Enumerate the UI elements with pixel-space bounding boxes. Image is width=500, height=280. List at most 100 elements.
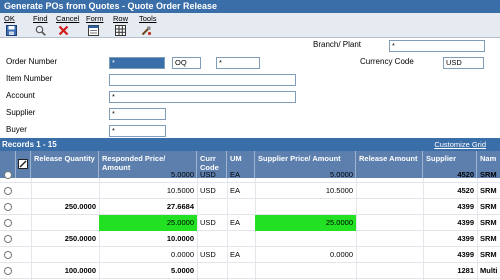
cell-um: EA	[230, 218, 241, 227]
cell-responded-price: 27.6684	[166, 202, 194, 211]
cell-release-amount	[356, 199, 423, 215]
cell-um: EA	[230, 170, 241, 179]
cell-curr-code: USD	[200, 170, 216, 179]
save-icon	[6, 25, 17, 36]
buyer-input[interactable]: *	[109, 125, 166, 137]
currency-code-label: Currency Code	[360, 57, 414, 66]
order-type-input[interactable]: OQ	[172, 57, 201, 69]
cell-release-qty	[31, 183, 99, 199]
account-label: Account	[6, 91, 35, 100]
table-row[interactable]: 250.0000 10.0000 4399 SRM	[0, 231, 500, 247]
cell-um	[227, 199, 255, 215]
cell-responded-price: 5.0000	[171, 170, 194, 179]
tools-menu-button[interactable]: Tools	[137, 14, 165, 37]
cell-um: EA	[230, 186, 241, 195]
cell-supplier-price	[255, 263, 356, 279]
cell-release-qty: 250.0000	[64, 234, 96, 243]
cell-release-qty	[31, 215, 99, 231]
cell-supplier-price: 25.0000	[255, 215, 356, 231]
cell-responded-price: 0.0000	[171, 250, 194, 259]
cell-curr-code	[197, 199, 227, 215]
table-row[interactable]: 0.0000 USD EA 0.0000 4399 SRM	[0, 247, 500, 263]
cell-supplier-price: 10.5000	[325, 186, 353, 195]
table-row[interactable]: 5.0000 USD EA 5.0000 4520 SRM	[0, 167, 500, 183]
find-icon	[35, 25, 46, 36]
account-input[interactable]: *	[109, 91, 296, 103]
cell-name: SRM	[480, 234, 497, 243]
cell-supplier: 4399	[457, 234, 474, 243]
cell-release-amount	[356, 167, 423, 183]
cell-curr-code: USD	[200, 186, 216, 195]
cell-name: SRM	[480, 202, 497, 211]
row-select-radio[interactable]	[4, 219, 12, 227]
row-select-radio[interactable]	[4, 267, 12, 275]
order-number-label: Order Number	[6, 57, 58, 66]
order-company-input[interactable]: *	[216, 57, 260, 69]
cell-um: EA	[230, 250, 241, 259]
row-icon	[115, 25, 126, 36]
toolbar: OK Find Cancel Form Row Tools	[0, 13, 500, 38]
cancel-icon	[58, 25, 69, 36]
form-icon	[88, 25, 99, 36]
row-select-radio[interactable]	[4, 203, 12, 211]
ok-label: OK	[4, 14, 15, 23]
row-menu-button[interactable]: Row	[111, 14, 139, 37]
cell-supplier-price	[255, 231, 356, 247]
cell-release-amount	[356, 183, 423, 199]
cell-supplier: 1281	[457, 266, 474, 275]
cell-um	[227, 231, 255, 247]
cell-curr-code	[197, 263, 227, 279]
cell-name: SRM	[480, 170, 497, 179]
cell-release-amount	[356, 247, 423, 263]
cell-release-amount	[356, 263, 423, 279]
cancel-label: Cancel	[56, 14, 80, 23]
row-select-radio[interactable]	[4, 187, 12, 195]
search-form: Branch/ Plant * Order Number * OQ * Curr…	[0, 38, 500, 138]
branch-plant-input[interactable]: *	[389, 40, 485, 52]
grid-header-bar: Records 1 - 15 Customize Grid	[0, 138, 500, 151]
cell-curr-code: USD	[200, 250, 216, 259]
window-title: Generate POs from Quotes - Quote Order R…	[0, 0, 500, 13]
table-row[interactable]: 100.0000 5.0000 1281 Multi	[0, 263, 500, 279]
row-label: Row	[113, 14, 129, 23]
form-label: Form	[86, 14, 104, 23]
cell-release-qty	[31, 167, 99, 183]
customize-grid-link[interactable]: Customize Grid	[434, 140, 486, 149]
cell-release-qty	[31, 247, 99, 263]
item-number-input[interactable]	[109, 74, 296, 86]
item-number-label: Item Number	[6, 74, 53, 83]
cell-responded-price: 25.0000	[99, 215, 197, 231]
table-row[interactable]: 250.0000 27.6684 4399 SRM	[0, 199, 500, 215]
row-select-radio[interactable]	[4, 171, 12, 179]
buyer-label: Buyer	[6, 125, 27, 134]
table-row[interactable]: 10.5000 USD EA 10.5000 4520 SRM	[0, 183, 500, 199]
cancel-button[interactable]: Cancel	[54, 14, 82, 37]
cell-name: SRM	[480, 218, 497, 227]
cell-release-amount	[356, 231, 423, 247]
cell-name: SRM	[480, 250, 497, 259]
order-number-input[interactable]: *	[109, 57, 165, 69]
cell-responded-price: 10.5000	[166, 186, 194, 195]
cell-supplier: 4520	[457, 186, 474, 195]
cell-supplier-price	[255, 199, 356, 215]
supplier-label: Supplier	[6, 108, 36, 117]
ok-button[interactable]: OK	[2, 14, 30, 37]
form-menu-button[interactable]: Form	[84, 14, 112, 37]
cell-name: SRM	[480, 186, 497, 195]
row-select-radio[interactable]	[4, 251, 12, 259]
cell-supplier-price: 5.0000	[330, 170, 353, 179]
cell-um	[227, 263, 255, 279]
cell-supplier: 4399	[457, 250, 474, 259]
branch-plant-label: Branch/ Plant	[313, 40, 362, 49]
supplier-input[interactable]: *	[109, 108, 166, 120]
records-count: Records 1 - 15	[2, 140, 57, 149]
cell-name: Multi	[480, 266, 498, 275]
currency-code-input[interactable]: USD	[443, 57, 484, 69]
cell-curr-code: USD	[200, 218, 216, 227]
tools-icon	[141, 26, 152, 36]
cell-responded-price: 10.0000	[166, 234, 194, 243]
row-select-radio[interactable]	[4, 235, 12, 243]
cell-supplier-price: 0.0000	[330, 250, 353, 259]
table-row[interactable]: 25.0000 USD EA 25.0000 4399 SRM	[0, 215, 500, 231]
tools-label: Tools	[139, 14, 157, 23]
